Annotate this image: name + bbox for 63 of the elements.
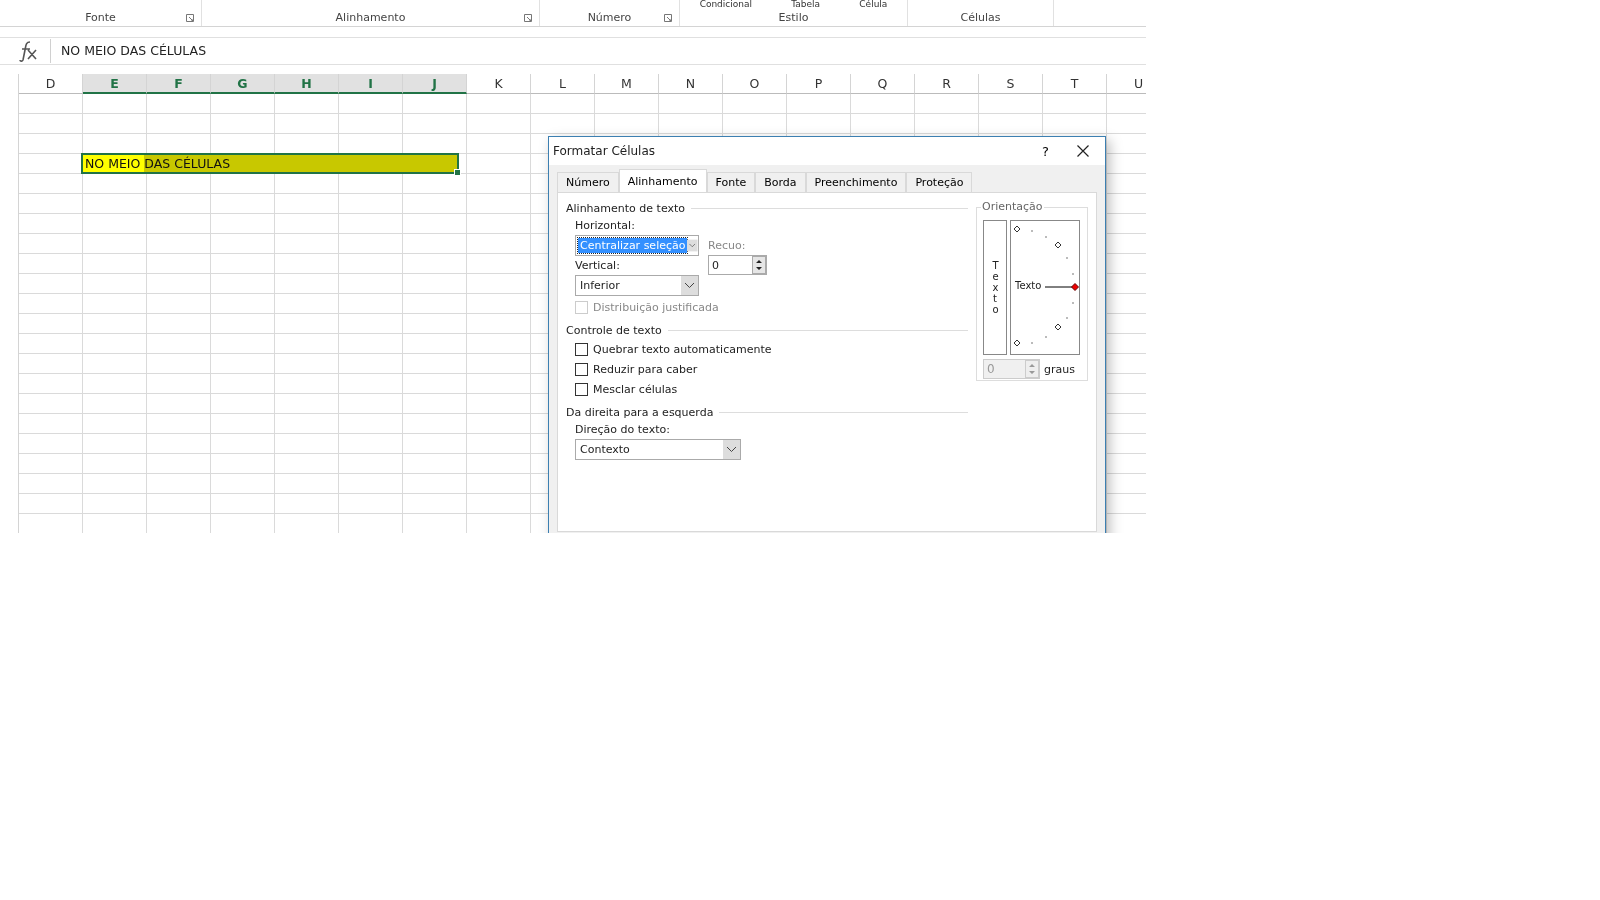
tab[interactable]: Borda (755, 172, 806, 192)
dialog-launcher-icon[interactable] (664, 14, 672, 22)
vertical-text-option[interactable]: Texto (983, 220, 1007, 355)
ribbon-button-label[interactable]: Condicional (699, 0, 752, 9)
checkbox[interactable]: Quebrar texto automaticamente (575, 341, 968, 358)
dialog-launcher-icon[interactable] (524, 14, 532, 22)
spin-arrows-icon[interactable] (752, 256, 766, 274)
selected-cell-range[interactable]: NO MEIO DAS CÉLULAS (81, 153, 459, 174)
text-direction-dropdown[interactable]: Contexto (575, 439, 741, 460)
close-icon[interactable] (1077, 145, 1089, 157)
tab[interactable]: Proteção (906, 172, 973, 192)
ribbon-group-label: Número (587, 11, 632, 24)
column-header[interactable]: H (275, 74, 339, 94)
field-label: Recuo: (708, 239, 747, 252)
field-label: Vertical: (575, 259, 621, 272)
cell-text: NO MEIO DAS CÉLULAS (84, 156, 231, 171)
field-label: Horizontal: (575, 219, 636, 232)
indent-spinner[interactable]: 0 (708, 255, 767, 275)
angle-pointer-icon[interactable] (1045, 283, 1079, 291)
column-header[interactable]: K (467, 74, 531, 94)
vertical-dropdown[interactable]: Inferior (575, 275, 699, 296)
section-heading: Da direita para a esquerda (566, 406, 714, 419)
column-header[interactable]: Q (851, 74, 915, 94)
formula-field[interactable]: NO MEIO DAS CÉLULAS (50, 39, 1146, 63)
function-icon[interactable] (18, 40, 38, 62)
column-header[interactable]: U (1107, 74, 1146, 94)
ribbon-button-label[interactable]: Célula (859, 0, 888, 9)
group-legend: Orientação (981, 200, 1044, 213)
dialog-title: Formatar Células (553, 144, 657, 158)
column-header[interactable]: I (339, 74, 403, 94)
dialog-launcher-icon[interactable] (186, 14, 194, 22)
field-label: Direção do texto: (575, 423, 671, 436)
column-header[interactable]: N (659, 74, 723, 94)
tab[interactable]: Fonte (706, 172, 756, 192)
column-header[interactable]: E (83, 74, 147, 94)
chevron-down-icon (681, 276, 698, 295)
field-label: graus (1044, 362, 1075, 376)
section-heading: Controle de texto (566, 324, 662, 337)
section-heading: Alinhamento de texto (566, 202, 685, 215)
tab[interactable]: Alinhamento (618, 169, 707, 192)
ribbon-group-label: Estilo (778, 11, 809, 24)
checkbox[interactable]: Reduzir para caber (575, 361, 968, 378)
column-header[interactable]: M (595, 74, 659, 94)
tab[interactable]: Preenchimento (805, 172, 907, 192)
column-header[interactable]: O (723, 74, 787, 94)
column-header[interactable]: T (1043, 74, 1107, 94)
ribbon-group-label: Fonte (85, 11, 116, 24)
ribbon-group-label: Alinhamento (335, 11, 406, 24)
checkbox[interactable]: Mesclar células (575, 381, 968, 398)
orientation-dial[interactable]: Texto (1010, 220, 1080, 355)
column-header[interactable]: S (979, 74, 1043, 94)
column-header[interactable]: G (211, 74, 275, 94)
ribbon-group-label: Células (960, 11, 1001, 24)
tab[interactable]: Número (557, 172, 619, 192)
column-header[interactable]: L (531, 74, 595, 94)
column-header[interactable]: F (147, 74, 211, 94)
column-header[interactable]: R (915, 74, 979, 94)
chevron-down-icon (723, 440, 740, 459)
help-button[interactable]: ? (1042, 143, 1049, 159)
ribbon-button-label[interactable]: Tabela (791, 0, 821, 9)
dial-text: Texto (1015, 280, 1042, 291)
column-header[interactable]: P (787, 74, 851, 94)
column-header[interactable]: J (403, 74, 467, 94)
